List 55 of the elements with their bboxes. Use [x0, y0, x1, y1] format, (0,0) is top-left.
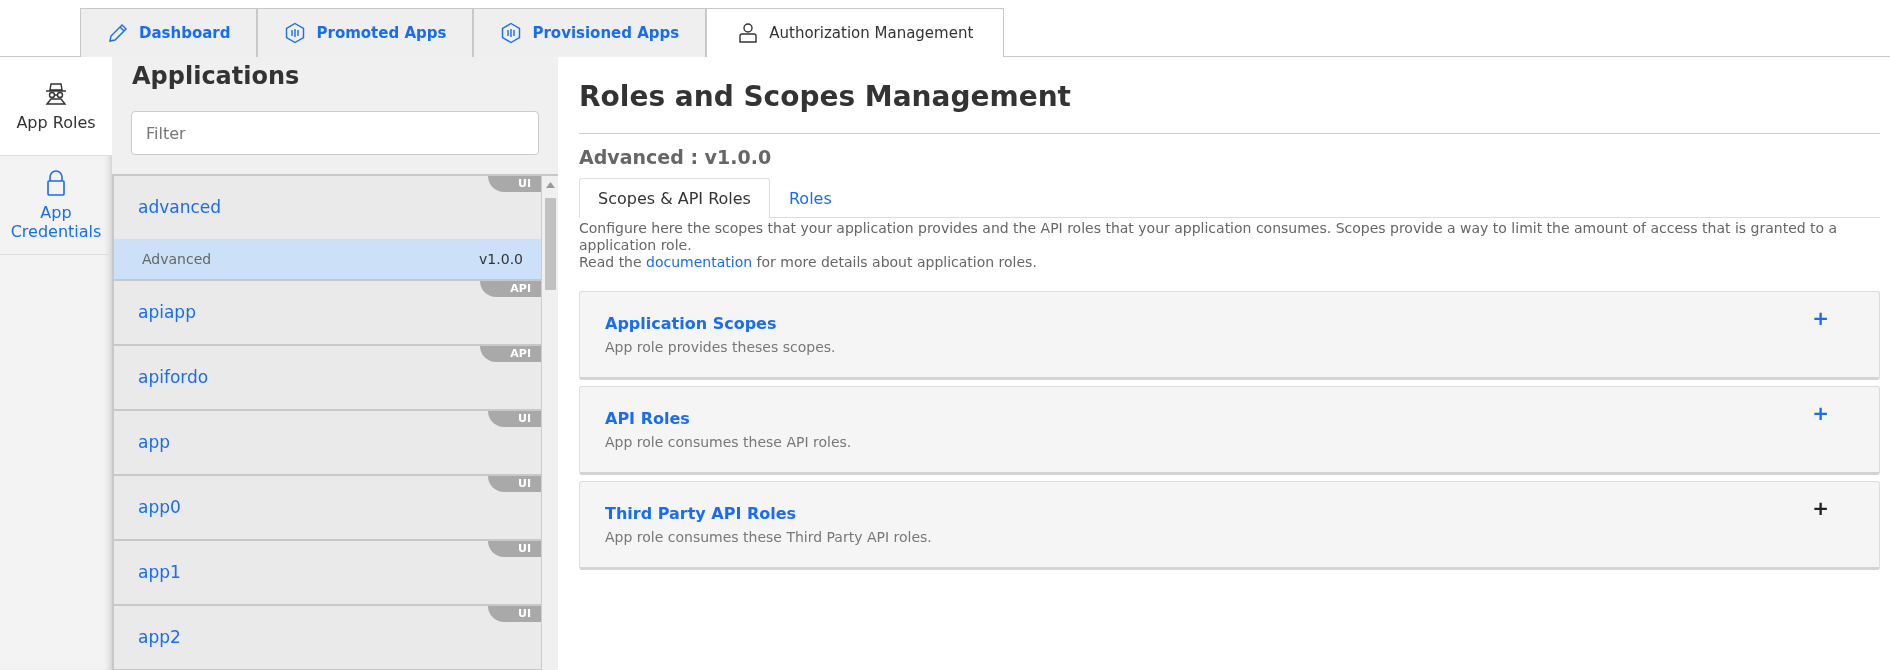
application-item[interactable]: advanced UI Advanced v1.0.0: [114, 176, 541, 281]
panel-title: Applications: [131, 61, 300, 92]
application-item[interactable]: app UI: [114, 411, 541, 476]
panel-heading: API Roles: [605, 409, 690, 428]
nav-tab[interactable]: Dashboard: [80, 8, 258, 57]
add-button[interactable]: +: [1812, 401, 1829, 425]
application-name[interactable]: advanced: [114, 176, 246, 239]
nav-tab[interactable]: Promoted Apps: [257, 8, 474, 57]
nav-tab[interactable]: Authorization Management: [706, 8, 1005, 57]
filter-field[interactable]: Filter: [131, 111, 539, 155]
content-tab[interactable]: Roles: [769, 178, 851, 218]
app-version-heading: Advanced : v1.0.0: [579, 146, 772, 168]
application-item[interactable]: app2 UI: [114, 606, 541, 670]
version-number: v1.0.0: [479, 251, 523, 267]
panel-description: App role provides theses scopes.: [605, 339, 836, 355]
application-name[interactable]: app1: [114, 541, 205, 604]
side-nav-item[interactable]: App Credentials: [0, 156, 112, 255]
application-name[interactable]: app0: [114, 476, 205, 539]
application-name[interactable]: app: [114, 411, 194, 474]
application-item[interactable]: app0 UI: [114, 476, 541, 541]
panel-description: App role consumes these API roles.: [605, 434, 852, 450]
page-title: Roles and Scopes Management: [579, 79, 1071, 115]
application-name[interactable]: apiapp: [114, 281, 220, 344]
scrollbar-thumb[interactable]: [545, 198, 556, 290]
spy-icon: [43, 80, 69, 107]
pencil-icon: [107, 22, 129, 44]
add-button[interactable]: +: [1812, 306, 1829, 330]
documentation-link[interactable]: documentation: [646, 254, 753, 270]
application-item[interactable]: app1 UI: [114, 541, 541, 606]
content-tab[interactable]: Scopes & API Roles: [579, 178, 770, 218]
add-button[interactable]: +: [1812, 496, 1829, 520]
version-name: Advanced: [142, 251, 212, 267]
nav-tab[interactable]: Provisioned Apps: [473, 8, 707, 57]
panel-heading: Application Scopes: [605, 314, 777, 333]
hexagon-icon: [284, 22, 307, 44]
application-item[interactable]: apifordo API: [114, 346, 541, 411]
version-row[interactable]: Advanced v1.0.0: [114, 239, 541, 279]
application-item[interactable]: apiapp API: [114, 281, 541, 346]
lock-icon: [44, 169, 68, 197]
panel-heading: Third Party API Roles: [605, 504, 797, 523]
type-badge: UI: [487, 606, 541, 622]
person-icon: [737, 22, 760, 44]
type-badge: UI: [487, 476, 541, 492]
type-badge: UI: [487, 541, 541, 557]
hexagon-icon: [500, 22, 523, 44]
type-badge: UI: [487, 411, 541, 427]
type-badge: API: [480, 346, 541, 362]
panel-description: App role consumes these Third Party API roles.: [605, 529, 932, 545]
description-text: Configure here the scopes that your application provides and the API roles that your application consumes. Scopes provide a way to limit the amount of access that is granted to a application role. Read the documentation for more details about application roles.: [579, 220, 1839, 271]
side-nav-item[interactable]: App Roles: [0, 57, 112, 156]
scroll-up-icon[interactable]: [546, 182, 555, 188]
type-badge: API: [480, 281, 541, 297]
application-name[interactable]: app2: [114, 606, 205, 669]
application-name[interactable]: apifordo: [114, 346, 233, 409]
type-badge: UI: [487, 176, 541, 192]
